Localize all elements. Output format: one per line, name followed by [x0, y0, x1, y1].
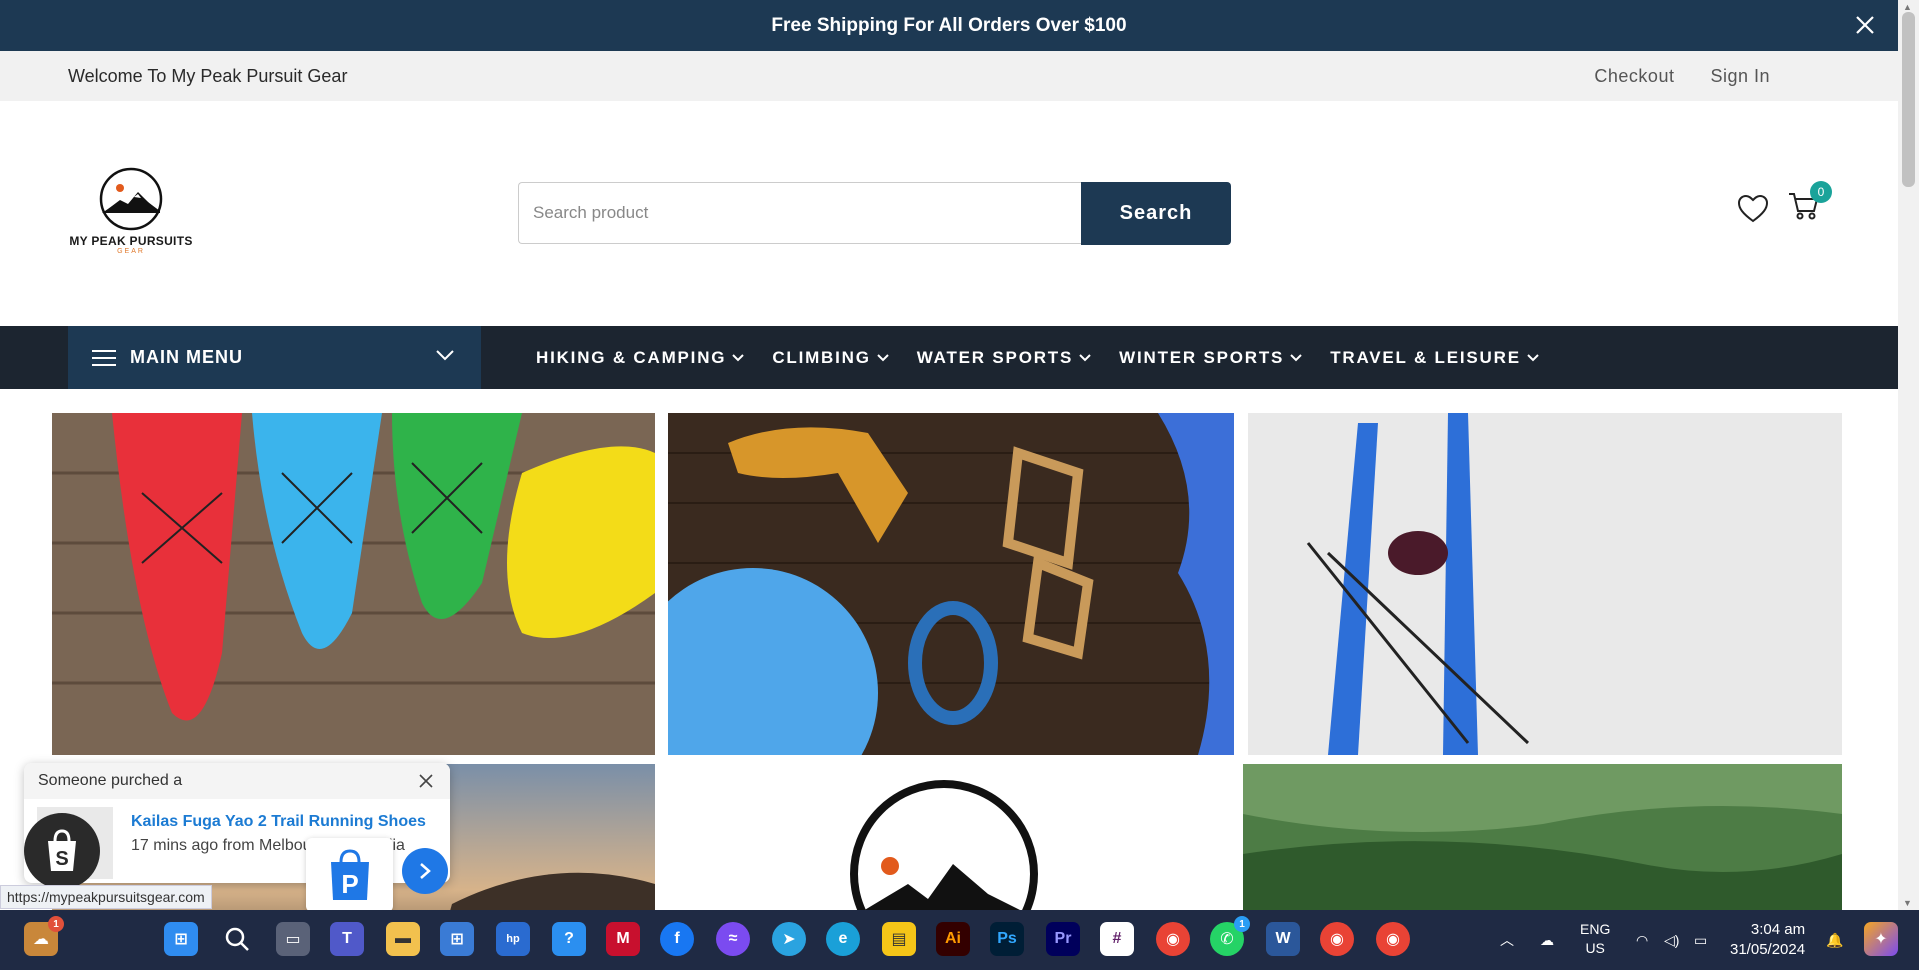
windows-start-icon[interactable]: ⊞	[164, 922, 198, 956]
sign-in-link[interactable]: Sign In	[1710, 66, 1770, 87]
wifi-icon[interactable]: ◠	[1636, 910, 1648, 970]
nav-item-label: WATER SPORTS	[916, 347, 1074, 367]
system-clock[interactable]: 3:04 am 31/05/2024	[1730, 920, 1805, 960]
search-icon[interactable]	[220, 922, 254, 956]
facebook-icon[interactable]: f	[660, 922, 694, 956]
weather-icon[interactable]: ☁ 1	[24, 916, 64, 956]
nav-item-winter-sports[interactable]: WINTER SPORTS	[1119, 348, 1302, 368]
whatsapp-badge: 1	[1234, 916, 1250, 932]
top-bar: Welcome To My Peak Pursuit Gear Checkout…	[0, 51, 1898, 101]
myhp-icon[interactable]: hp	[496, 922, 530, 956]
scrollbar-thumb[interactable]	[1902, 12, 1915, 187]
nav-item-label: CLIMBING	[772, 347, 871, 367]
file-explorer-icon[interactable]: ▬	[386, 922, 420, 956]
browser-page: Free Shipping For All Orders Over $100 W…	[0, 0, 1919, 970]
popup-product-link[interactable]: Kailas Fuga Yao 2 Trail Running Shoes	[131, 813, 426, 831]
chevron-down-icon	[1527, 353, 1539, 361]
heart-icon[interactable]	[1738, 194, 1768, 223]
announcement-text: Free Shipping For All Orders Over $100	[771, 14, 1127, 36]
chevron-down-icon	[877, 353, 889, 361]
logo-sub-text: GEAR	[117, 248, 145, 255]
chrome-profile-icon[interactable]: ◉	[1320, 922, 1354, 956]
checkout-link[interactable]: Checkout	[1594, 66, 1674, 87]
cart-button[interactable]: 0	[1788, 181, 1832, 226]
chrome-active-icon[interactable]: ◉	[1376, 922, 1410, 956]
shopify-bag-icon[interactable]: S	[24, 813, 100, 889]
mcafee-icon[interactable]: M	[606, 922, 640, 956]
lang-primary: ENG	[1580, 921, 1611, 937]
scroll-down-icon[interactable]: ▼	[1903, 898, 1912, 908]
weather-badge: 1	[48, 916, 64, 932]
close-icon[interactable]	[1852, 12, 1878, 38]
cart-count-badge: 0	[1810, 181, 1832, 203]
copilot-icon[interactable]: ✦	[1864, 922, 1898, 956]
nav-item-water-sports[interactable]: WATER SPORTS	[917, 348, 1091, 368]
welcome-text: Welcome To My Peak Pursuit Gear	[68, 65, 348, 86]
nav-item-travel-leisure[interactable]: TRAVEL & LEISURE	[1330, 348, 1539, 368]
lang-secondary: US	[1585, 940, 1605, 956]
windows-taskbar: ☁ 1 ⊞ ▭ T ▬ ⊞ hp ? M f ≈ ➤ e ▤ Ai Ps Pr #…	[0, 910, 1919, 970]
popup-next-button[interactable]	[402, 848, 448, 894]
close-icon[interactable]	[418, 773, 434, 789]
hamburger-icon	[92, 349, 116, 366]
whatsapp-icon[interactable]: ✆ 1	[1210, 916, 1250, 956]
battery-icon[interactable]: ▭	[1694, 910, 1707, 970]
nav-item-label: WINTER SPORTS	[1119, 347, 1285, 367]
chevron-down-icon	[1290, 353, 1302, 361]
nav-item-climbing[interactable]: CLIMBING	[772, 347, 889, 368]
chrome-icon[interactable]: ◉	[1156, 922, 1190, 956]
announcement-bar: Free Shipping For All Orders Over $100	[0, 0, 1898, 51]
kayaks-image[interactable]	[52, 413, 655, 755]
scroll-up-icon[interactable]: ▲	[1903, 2, 1912, 12]
chevron-down-icon	[1079, 353, 1091, 361]
premiere-icon[interactable]: Pr	[1046, 922, 1080, 956]
photoshop-icon[interactable]: Ps	[990, 922, 1024, 956]
climbing-gear-image[interactable]	[668, 413, 1234, 755]
nav-item-label: TRAVEL & LEISURE	[1330, 347, 1521, 367]
word-icon[interactable]: W	[1266, 922, 1300, 956]
nav-item-hiking-camping[interactable]: HIKING & CAMPING	[536, 347, 745, 368]
illustrator-icon[interactable]: Ai	[936, 922, 970, 956]
task-view-icon[interactable]: ▭	[276, 922, 310, 956]
site-logo[interactable]: MY PEAK PURSUITS GEAR	[66, 166, 196, 266]
slack-icon[interactable]: #	[1100, 922, 1134, 956]
notification-bell-icon[interactable]: 🔔	[1826, 910, 1843, 970]
logo-brand-text: MY PEAK PURSUITS	[69, 234, 193, 248]
search-button[interactable]: Search	[1081, 182, 1231, 245]
chevron-down-icon	[732, 353, 745, 361]
status-url: https://mypeakpursuitsgear.com	[0, 885, 212, 909]
messenger-icon[interactable]: ≈	[716, 922, 750, 956]
main-menu-label: MAIN MENU	[130, 347, 243, 367]
chevron-right-icon	[420, 863, 431, 879]
search-bar: Search product Search	[518, 182, 1231, 245]
main-menu-button[interactable]: MAIN MENU	[68, 326, 481, 389]
chevron-down-icon	[436, 350, 454, 361]
telegram-icon[interactable]: ➤	[772, 922, 806, 956]
volume-icon[interactable]: ◁)	[1664, 910, 1679, 970]
edge-icon[interactable]: e	[826, 922, 860, 956]
clock-time: 3:04 am	[1750, 921, 1806, 938]
skis-image[interactable]	[1248, 413, 1842, 755]
vertical-scrollbar[interactable]: ▲ ▼	[1898, 0, 1919, 910]
site-header: MY PEAK PURSUITS GEAR Search product Sea…	[0, 101, 1898, 326]
p-app-icon[interactable]: P	[306, 838, 393, 912]
main-navigation: MAIN MENU HIKING & CAMPING CLIMBING WATE…	[0, 326, 1898, 389]
teams-icon[interactable]: T	[330, 922, 364, 956]
mountain-logo-icon	[99, 167, 163, 231]
onedrive-icon[interactable]: ☁	[1540, 910, 1554, 970]
tray-chevron-icon[interactable]: ︿	[1500, 910, 1514, 970]
popup-header: Someone purched a	[24, 763, 450, 799]
language-indicator[interactable]: ENG US	[1580, 920, 1610, 958]
svg-text:P: P	[341, 869, 358, 899]
store-icon[interactable]: ⊞	[440, 922, 474, 956]
clock-date: 31/05/2024	[1730, 941, 1806, 958]
sticky-notes-icon[interactable]: ▤	[882, 922, 916, 956]
nav-item-label: HIKING & CAMPING	[536, 347, 727, 367]
search-input[interactable]: Search product	[518, 182, 1081, 244]
help-icon[interactable]: ?	[552, 922, 586, 956]
svg-text:S: S	[55, 848, 68, 870]
